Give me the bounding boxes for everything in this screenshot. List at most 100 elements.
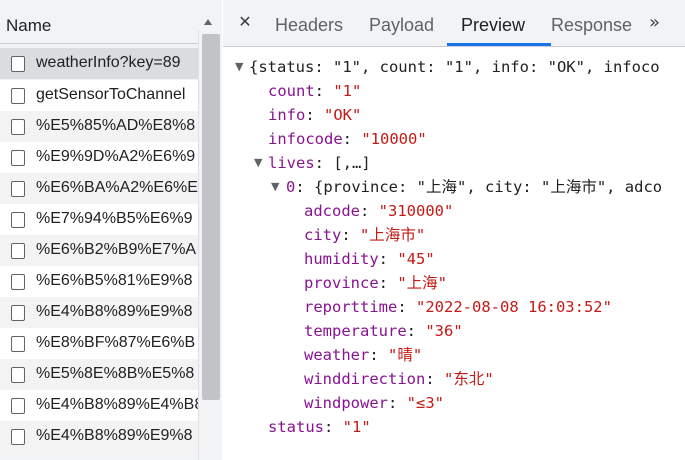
request-file-icon: [11, 274, 25, 290]
property-value: "310000": [378, 202, 454, 220]
request-file-icon: [11, 119, 25, 135]
property-value: "上海市": [360, 226, 426, 244]
request-row[interactable]: %E5%85%AD%E8%8: [0, 111, 198, 142]
property-value: "OK": [324, 106, 362, 124]
request-file-icon: [11, 181, 25, 197]
close-icon[interactable]: ✕: [235, 11, 255, 33]
request-row[interactable]: %E4%B8%89%E9%8: [0, 297, 198, 328]
property-key: reporttime: [304, 298, 398, 316]
field-row: temperature: "36": [304, 322, 463, 340]
property-value: "10000": [361, 130, 427, 148]
scrollbar-thumb[interactable]: [202, 34, 220, 400]
request-name: %E9%9D%A2%E6%9: [36, 148, 196, 165]
property-key: count: [268, 82, 315, 100]
request-list-scrollbar[interactable]: [198, 30, 222, 460]
property-key: infocode: [268, 130, 343, 148]
detail-tab-bar: ✕ Headers Payload Preview Response »: [223, 0, 685, 47]
request-name: %E8%BF%87%E6%B: [36, 334, 196, 351]
request-name: %E4%B8%89%E9%8: [36, 303, 193, 320]
property-value: "1": [333, 82, 362, 100]
property-lives[interactable]: lives: [,…]: [268, 153, 371, 173]
array-item-0[interactable]: 0: {province: "上海", city: "上海市", adco: [286, 177, 662, 197]
request-list-header[interactable]: Name: [0, 0, 222, 44]
property-status: status: "1": [268, 418, 371, 436]
property-key: windpower: [304, 394, 388, 412]
request-name: %E6%B2%B9%E7%A: [36, 241, 197, 258]
expand-triangle-icon[interactable]: ▼: [235, 60, 243, 73]
more-tabs-icon[interactable]: »: [649, 11, 673, 35]
request-file-icon: [11, 243, 25, 259]
request-file-icon: [11, 212, 25, 228]
request-row[interactable]: %E8%BF%87%E6%B: [0, 328, 198, 359]
request-file-icon: [11, 88, 25, 104]
field-row: windpower: "≤3": [304, 394, 444, 412]
active-tab-indicator: [447, 43, 551, 46]
request-row[interactable]: %E4%B8%89%E4%B8: [0, 390, 198, 421]
request-list-panel: Name weatherInfo?key=89 getSensorToChann…: [0, 0, 222, 460]
property-key: winddirection: [304, 370, 426, 388]
name-column-header[interactable]: Name: [6, 16, 51, 36]
array-item-summary: {province: "上海", city: "上海市", adco: [314, 178, 663, 196]
tab-payload[interactable]: Payload: [369, 15, 434, 36]
tab-response[interactable]: Response: [551, 15, 632, 36]
property-info: info: "OK": [268, 106, 362, 124]
array-index: 0: [286, 178, 296, 196]
property-key: province: [304, 274, 379, 292]
request-row[interactable]: %E4%B8%89%E9%8: [0, 421, 198, 452]
request-file-icon: [11, 429, 25, 445]
request-name: %E6%B5%81%E9%8: [36, 272, 193, 289]
request-row[interactable]: getSensorToChannel: [0, 80, 198, 111]
property-infocode: infocode: "10000": [268, 130, 427, 148]
property-key: info: [268, 106, 306, 124]
property-key: adcode: [304, 202, 360, 220]
request-name: %E7%94%B5%E6%9: [36, 210, 193, 227]
request-file-icon: [11, 150, 25, 166]
property-value: "2022-08-08 16:03:52": [416, 298, 612, 316]
request-row[interactable]: %E6%BA%A2%E6%E: [0, 173, 198, 204]
field-row: weather: "晴": [304, 346, 423, 364]
request-row[interactable]: %E6%B2%B9%E7%A: [0, 235, 198, 266]
property-key: weather: [304, 346, 370, 364]
expand-triangle-icon[interactable]: ▼: [271, 180, 279, 193]
tab-preview[interactable]: Preview: [461, 15, 525, 36]
request-name: getSensorToChannel: [36, 86, 186, 103]
sort-ascending-icon[interactable]: [200, 14, 216, 30]
property-key: temperature: [304, 322, 407, 340]
property-key: city: [304, 226, 342, 244]
request-file-icon: [11, 305, 25, 321]
request-name: %E4%B8%89%E9%8: [36, 427, 193, 444]
root-object-summary[interactable]: {status: "1", count: "1", info: "OK", in…: [249, 57, 660, 77]
request-row[interactable]: %E6%B5%81%E9%8: [0, 266, 198, 297]
expand-triangle-icon[interactable]: ▼: [254, 156, 262, 169]
field-row: reporttime: "2022-08-08 16:03:52": [304, 298, 612, 316]
root-summary-text: {status: "1", count: "1", info: "OK", in…: [249, 58, 660, 76]
property-key: lives: [268, 154, 315, 172]
field-row: city: "上海市": [304, 226, 426, 244]
property-value: "东北": [444, 370, 494, 388]
tab-headers[interactable]: Headers: [275, 15, 343, 36]
request-name: %E5%8E%8B%E5%8: [36, 365, 195, 382]
property-value: [,…]: [333, 154, 371, 172]
request-name: %E6%BA%A2%E6%E: [36, 179, 198, 196]
request-name: %E5%85%AD%E8%8: [36, 117, 196, 134]
field-row: winddirection: "东北": [304, 370, 494, 388]
request-row[interactable]: weatherInfo?key=89: [0, 48, 198, 79]
property-value: "≤3": [406, 394, 444, 412]
request-file-icon: [11, 367, 25, 383]
field-row: adcode: "310000": [304, 202, 454, 220]
request-file-icon: [11, 56, 25, 72]
request-name: %E4%B8%89%E4%B8: [36, 396, 198, 413]
request-row[interactable]: %E9%9D%A2%E6%9: [0, 142, 198, 173]
property-key: status: [268, 418, 324, 436]
field-row: humidity: "45": [304, 250, 435, 268]
property-value: "1": [342, 418, 371, 436]
property-key: humidity: [304, 250, 379, 268]
request-file-icon: [11, 336, 25, 352]
request-row[interactable]: %E7%94%B5%E6%9: [0, 204, 198, 235]
request-row[interactable]: %E5%8E%8B%E5%8: [0, 359, 198, 390]
request-file-icon: [11, 398, 25, 414]
property-value: "36": [425, 322, 463, 340]
property-value: "上海": [397, 274, 447, 292]
preview-panel: ▼ {status: "1", count: "1", info: "OK", …: [223, 47, 685, 460]
request-name: weatherInfo?key=89: [36, 54, 181, 71]
